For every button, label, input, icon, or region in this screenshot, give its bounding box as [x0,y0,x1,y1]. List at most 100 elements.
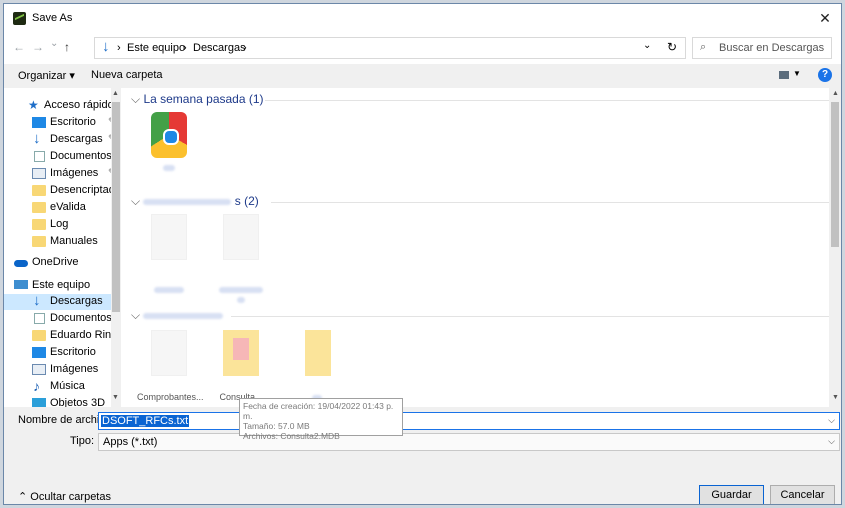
nav-item-desencriptado[interactable]: Desencriptado [18,183,121,199]
nav-item-label: Acceso rápido [44,99,114,111]
save-button[interactable]: Guardar [699,485,764,504]
nav-item-label: Descargas [50,133,103,145]
recent-locations-icon[interactable]: ⌄ [50,38,58,49]
pdf-preview-icon [233,338,249,360]
new-folder-button[interactable]: Nueva carpeta [91,69,163,81]
save-as-dialog: Save As ✕ ← → ⌄ ↑ › Este equipo › Descar… [3,3,842,505]
chevron-down-icon[interactable]: ⌵ [828,436,835,447]
cancel-button[interactable]: Cancelar [770,485,835,504]
close-icon[interactable]: ✕ [809,4,841,32]
downloads-icon [101,38,113,55]
file-thumbnail [223,214,259,260]
nav-item-descargas-selected[interactable]: Descargas [4,292,121,310]
group-header-label: s (2) [234,194,259,208]
documents-icon [34,313,45,324]
nav-item-imagenes[interactable]: Imágenes [18,362,121,378]
downloads-icon [32,292,46,309]
command-bar: Organizar ▾ Nueva carpeta ▼ ? [4,64,841,89]
nav-item-musica[interactable]: Música [18,378,121,395]
tooltip-files: Archivos: Consulta2.MDB [243,431,340,441]
nav-item-manuales[interactable]: Manuales [18,234,121,250]
file-caption [137,284,201,294]
nav-item-objetos-3d[interactable]: Objetos 3D [18,396,121,407]
file-caption [137,162,201,172]
search-placeholder: Buscar en Descargas [719,42,825,54]
collapse-chevron-icon[interactable]: ⌵ [131,92,140,106]
file-thumbnail [151,330,187,376]
nav-item-label: Escritorio [50,346,96,358]
chevron-down-icon[interactable]: ▼ [793,69,801,78]
nav-scrollbar-thumb[interactable] [112,102,120,312]
title-bar: Save As ✕ [4,4,841,32]
folder-icon [32,219,46,230]
nav-item-documentos[interactable]: Documentos [18,311,121,327]
scroll-up-arrow-icon[interactable]: ▲ [832,90,839,97]
content-area: Acceso rápido Escritorio ✎ Descargas ✎ D… [4,88,841,407]
breadcrumb-descargas[interactable]: Descargas [193,42,246,54]
blurred-header-text [143,312,224,319]
nav-scrollbar[interactable]: ▲ ▼ [111,88,121,407]
group-header-earlier-this-month[interactable]: ⌵ s (2) [131,194,259,209]
filename-value: DSOFT_RFCs.txt [101,415,190,427]
nav-item-log[interactable]: Log [18,217,121,233]
navigation-pane: Acceso rápido Escritorio ✎ Descargas ✎ D… [4,88,121,407]
group-header-last-month[interactable]: ⌵ [131,308,224,323]
nav-item-label: Documentos [50,312,112,324]
hide-folders-toggle[interactable]: ⌃ Ocultar carpetas [18,490,111,503]
address-row: ← → ⌄ ↑ › Este equipo › Descargas › ⌄ ↻ … [4,32,841,64]
pictures-icon [32,364,46,375]
pictures-icon [32,168,46,179]
scroll-down-arrow-icon[interactable]: ▼ [832,394,839,401]
computer-icon [14,280,28,289]
breadcrumb-separator: › [183,42,187,54]
back-arrow-icon[interactable]: ← [13,40,25,54]
group-divider [271,202,829,203]
breadcrumb-este-equipo[interactable]: Este equipo [127,42,185,54]
filename-field[interactable]: DSOFT_RFCs.txt ⌵ [98,412,840,430]
nav-item-label: Imágenes [50,167,99,179]
address-dropdown-icon[interactable]: ⌄ [643,40,651,51]
group-divider [265,100,829,101]
file-list-scrollbar-thumb[interactable] [831,102,839,247]
chrome-installer-icon [151,112,187,158]
nav-item-escritorio[interactable]: Escritorio [18,345,121,361]
refresh-icon[interactable]: ↻ [667,40,677,54]
nav-item-acceso-rapido[interactable]: Acceso rápido [18,98,121,114]
file-type-select[interactable]: Apps (*.txt) ⌵ [98,433,840,451]
tooltip-created: Fecha de creación: 19/04/2022 01:43 p. m… [243,401,394,421]
nav-item-imagenes[interactable]: Imágenes ✎ [18,166,121,182]
nav-item-label: Música [50,380,85,392]
collapse-chevron-icon[interactable]: ⌵ [131,308,140,322]
file-list-scrollbar[interactable]: ▲ ▼ [829,88,841,407]
scroll-down-arrow-icon[interactable]: ▼ [112,394,119,401]
collapse-chevron-icon[interactable]: ⌵ [131,194,140,208]
folder-icon [32,330,46,341]
address-bar[interactable]: › Este equipo › Descargas › ⌄ ↻ [94,37,686,59]
music-icon [32,378,46,394]
view-options-icon[interactable] [779,71,789,79]
nav-item-escritorio[interactable]: Escritorio ✎ [18,115,121,131]
file-type-value: Apps (*.txt) [103,436,158,448]
app-icon [13,12,26,25]
nav-item-este-equipo[interactable]: Este equipo [4,278,107,294]
desktop-icon [32,117,46,128]
group-header-last-week[interactable]: ⌵ La semana pasada (1) [131,92,264,107]
star-icon [28,98,42,112]
scroll-up-arrow-icon[interactable]: ▲ [112,90,119,97]
nav-item-documentos[interactable]: Documentos ✎ [18,149,121,165]
nav-item-onedrive[interactable]: OneDrive [4,255,107,271]
3d-objects-icon [32,398,46,407]
nav-item-evalida[interactable]: eValida [18,200,121,216]
search-box[interactable]: ⌕ Buscar en Descargas [692,37,832,59]
nav-item-label: Log [50,218,69,230]
desktop-icon [32,347,46,358]
forward-arrow-icon[interactable]: → [32,40,44,54]
up-arrow-icon[interactable]: ↑ [64,40,70,54]
help-icon[interactable]: ? [818,68,832,82]
nav-item-descargas[interactable]: Descargas ✎ [18,130,121,148]
blurred-header-text [143,198,232,205]
chevron-down-icon[interactable]: ⌵ [828,415,835,426]
organize-button[interactable]: Organizar ▾ [18,69,75,82]
documents-icon [34,151,45,162]
nav-item-eduardo-rincon[interactable]: Eduardo Rincon [18,328,121,344]
